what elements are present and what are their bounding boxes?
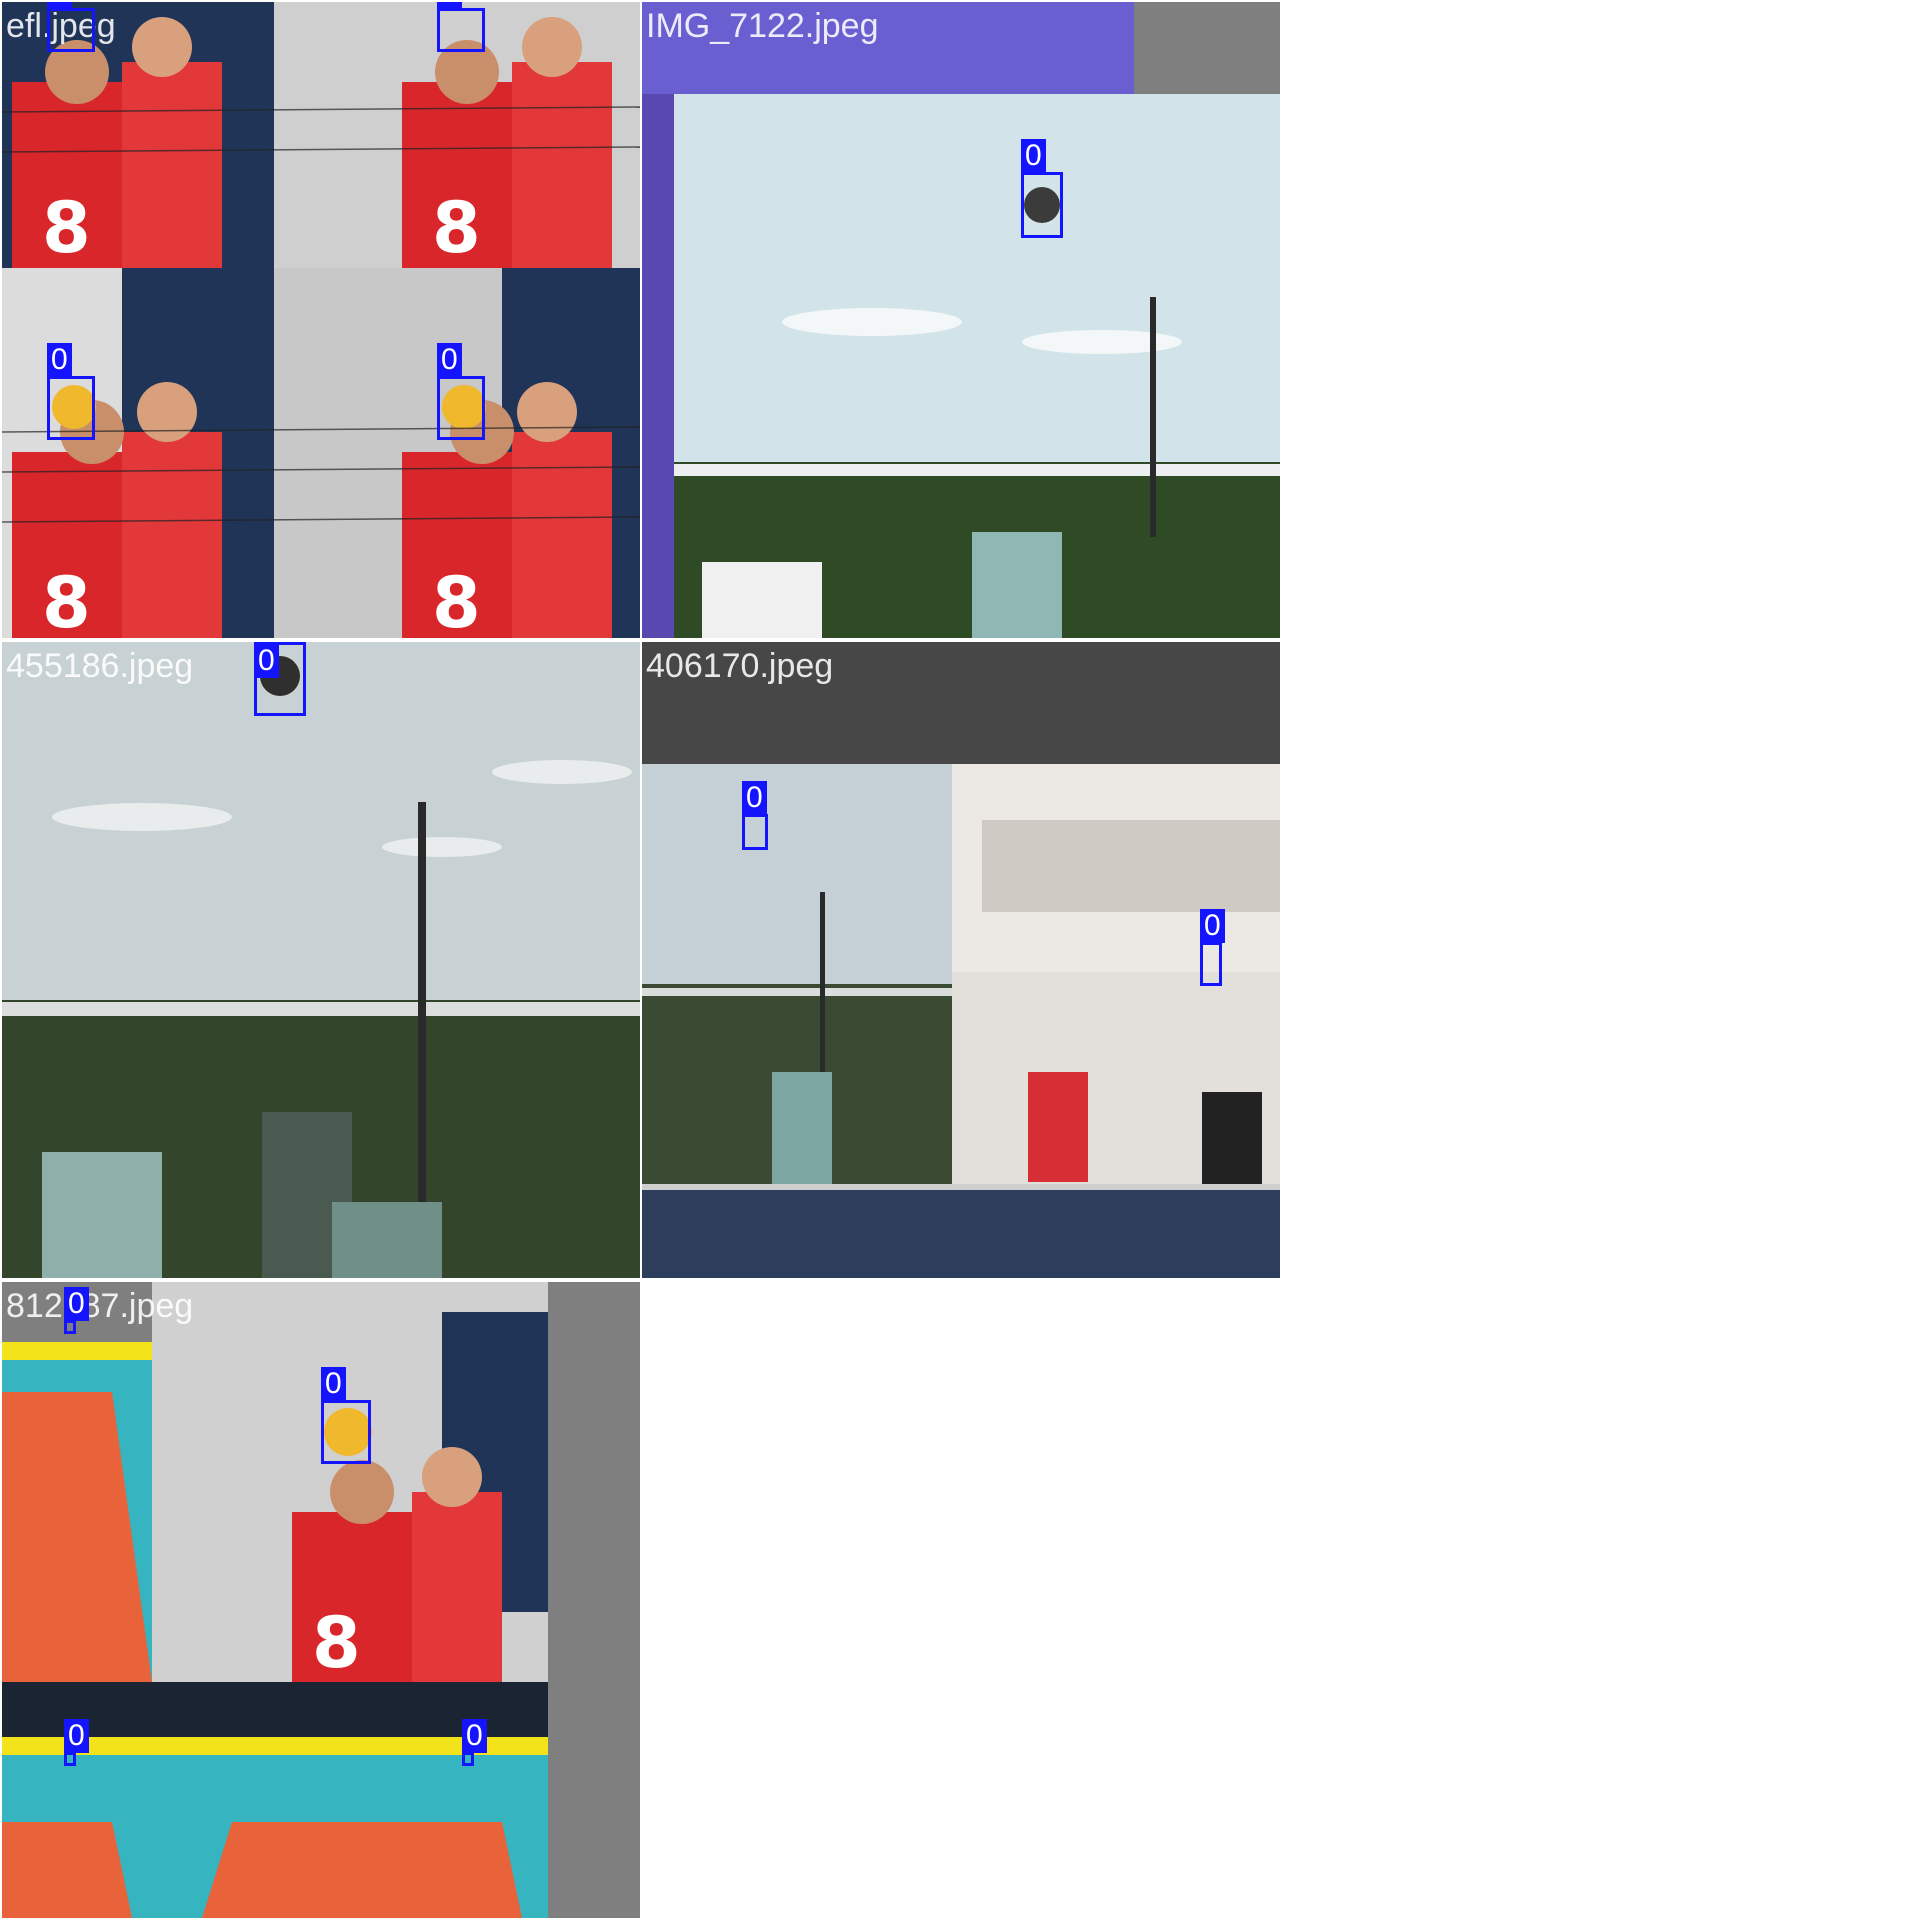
- mosaic-tile-406170: 406170.jpeg 0 0: [642, 642, 1280, 1278]
- photo-efl-mosaic: 8 8 8 8: [2, 2, 640, 638]
- detection-box: 0: [437, 2, 485, 52]
- mosaic-tile-img7122: IMG_7122.jpeg 0: [642, 2, 1280, 638]
- detection-box: 0: [437, 343, 485, 440]
- detection-class-label: 0: [437, 2, 462, 9]
- svg-text:8: 8: [42, 187, 91, 269]
- detection-class-label: 0: [437, 343, 462, 377]
- detection-box: 0: [47, 343, 95, 440]
- mosaic-tile-812187: 8 812187.jpeg 0 0 0 0: [2, 1282, 640, 1918]
- tile-filename: 812187.jpeg: [6, 1287, 194, 1325]
- detection-class-label: 0: [47, 2, 72, 9]
- photo-406170: [642, 642, 1280, 1278]
- mosaic-tile-efl: 8 8 8 8 efl.jpeg 0 0: [2, 2, 640, 638]
- detection-class-label: 0: [462, 1719, 487, 1753]
- tile-filename: 455186.jpeg: [6, 647, 194, 685]
- svg-text:8: 8: [42, 562, 91, 638]
- detection-class-label: 0: [1021, 139, 1046, 173]
- detection-box: 0: [742, 781, 768, 850]
- detection-box: 0: [462, 1719, 487, 1766]
- tile-filename: 406170.jpeg: [646, 647, 834, 685]
- detection-class-label: 0: [1200, 909, 1225, 943]
- svg-text:8: 8: [312, 1602, 361, 1684]
- svg-text:8: 8: [432, 187, 481, 269]
- detection-class-label: 0: [64, 1287, 89, 1321]
- photo-img7122: [642, 2, 1280, 638]
- detection-box: 0: [47, 2, 95, 52]
- photo-455186: [2, 642, 640, 1278]
- mosaic-tile-455186: 455186.jpeg 0: [2, 642, 640, 1278]
- detection-box: 0: [64, 1287, 89, 1334]
- detection-class-label: 0: [742, 781, 767, 815]
- tile-filename: IMG_7122.jpeg: [646, 7, 879, 45]
- detection-box: 0: [1200, 909, 1225, 986]
- detection-box: 0: [64, 1719, 89, 1766]
- detection-class-label: 0: [47, 343, 72, 377]
- detection-box: 0: [254, 642, 306, 716]
- detection-class-label: 0: [321, 1367, 346, 1401]
- detection-box: 0: [321, 1367, 371, 1464]
- detection-box: 0: [1021, 139, 1063, 238]
- svg-text:8: 8: [432, 562, 481, 638]
- detection-class-label: 0: [64, 1719, 89, 1753]
- detection-class-label: 0: [254, 644, 279, 678]
